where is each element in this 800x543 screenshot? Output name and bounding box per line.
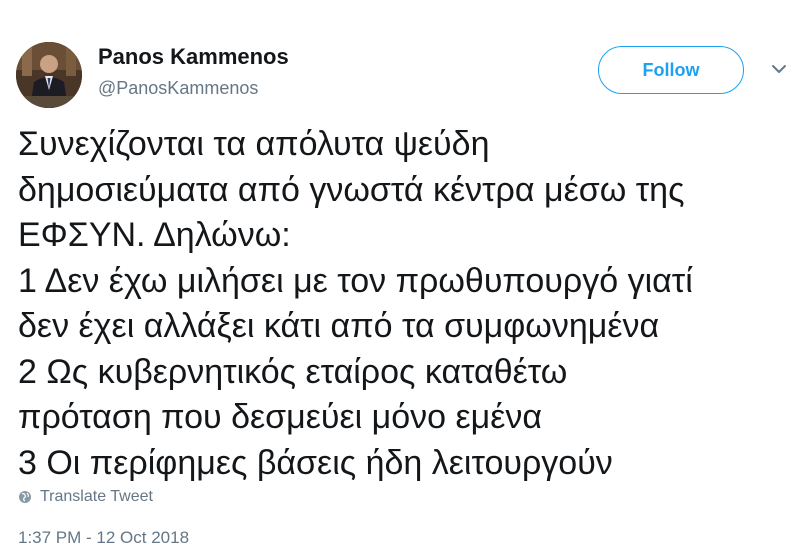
tweet-card: Panos Kammenos @PanosKammenos Follow Συν… (0, 0, 800, 543)
author-handle[interactable]: @PanosKammenos (98, 78, 258, 99)
tweet-line: 2 Ως κυβερνητικός εταίρος καταθέτω (18, 352, 568, 391)
translate-label: Translate Tweet (40, 488, 153, 505)
author-name[interactable]: Panos Kammenos (98, 44, 289, 70)
tweet-line: 3 Οι περίφημες βάσεις ήδη λειτουργούν (18, 443, 613, 482)
avatar[interactable] (16, 42, 82, 108)
tweet-line: 1 Δεν έχω μιλήσει με τον πρωθυπουργό για… (18, 261, 693, 300)
tweet-line: Συνεχίζονται τα απόλυτα ψεύδη (18, 125, 490, 163)
tweet-timestamp[interactable]: 1:37 PM - 12 Oct 2018 (18, 528, 189, 543)
chevron-down-icon[interactable] (770, 62, 788, 76)
translate-tweet-link[interactable]: Translate Tweet (18, 488, 153, 506)
tweet-line: δεν έχει αλλάξει κάτι από τα συμφωνημένα (18, 307, 660, 345)
globe-icon (18, 490, 32, 504)
tweet-line: ΕΦΣΥΝ. Δηλώνω: (18, 216, 291, 254)
tweet-text: Συνεχίζονται τα απόλυτα ψεύδη δημοσιεύμα… (18, 122, 788, 486)
tweet-line: δημοσιεύματα από γνωστά κέντρα μέσω της (18, 170, 685, 209)
tweet-line: πρόταση που δεσμεύει μόνο εμένα (18, 398, 543, 436)
follow-button[interactable]: Follow (598, 46, 744, 94)
